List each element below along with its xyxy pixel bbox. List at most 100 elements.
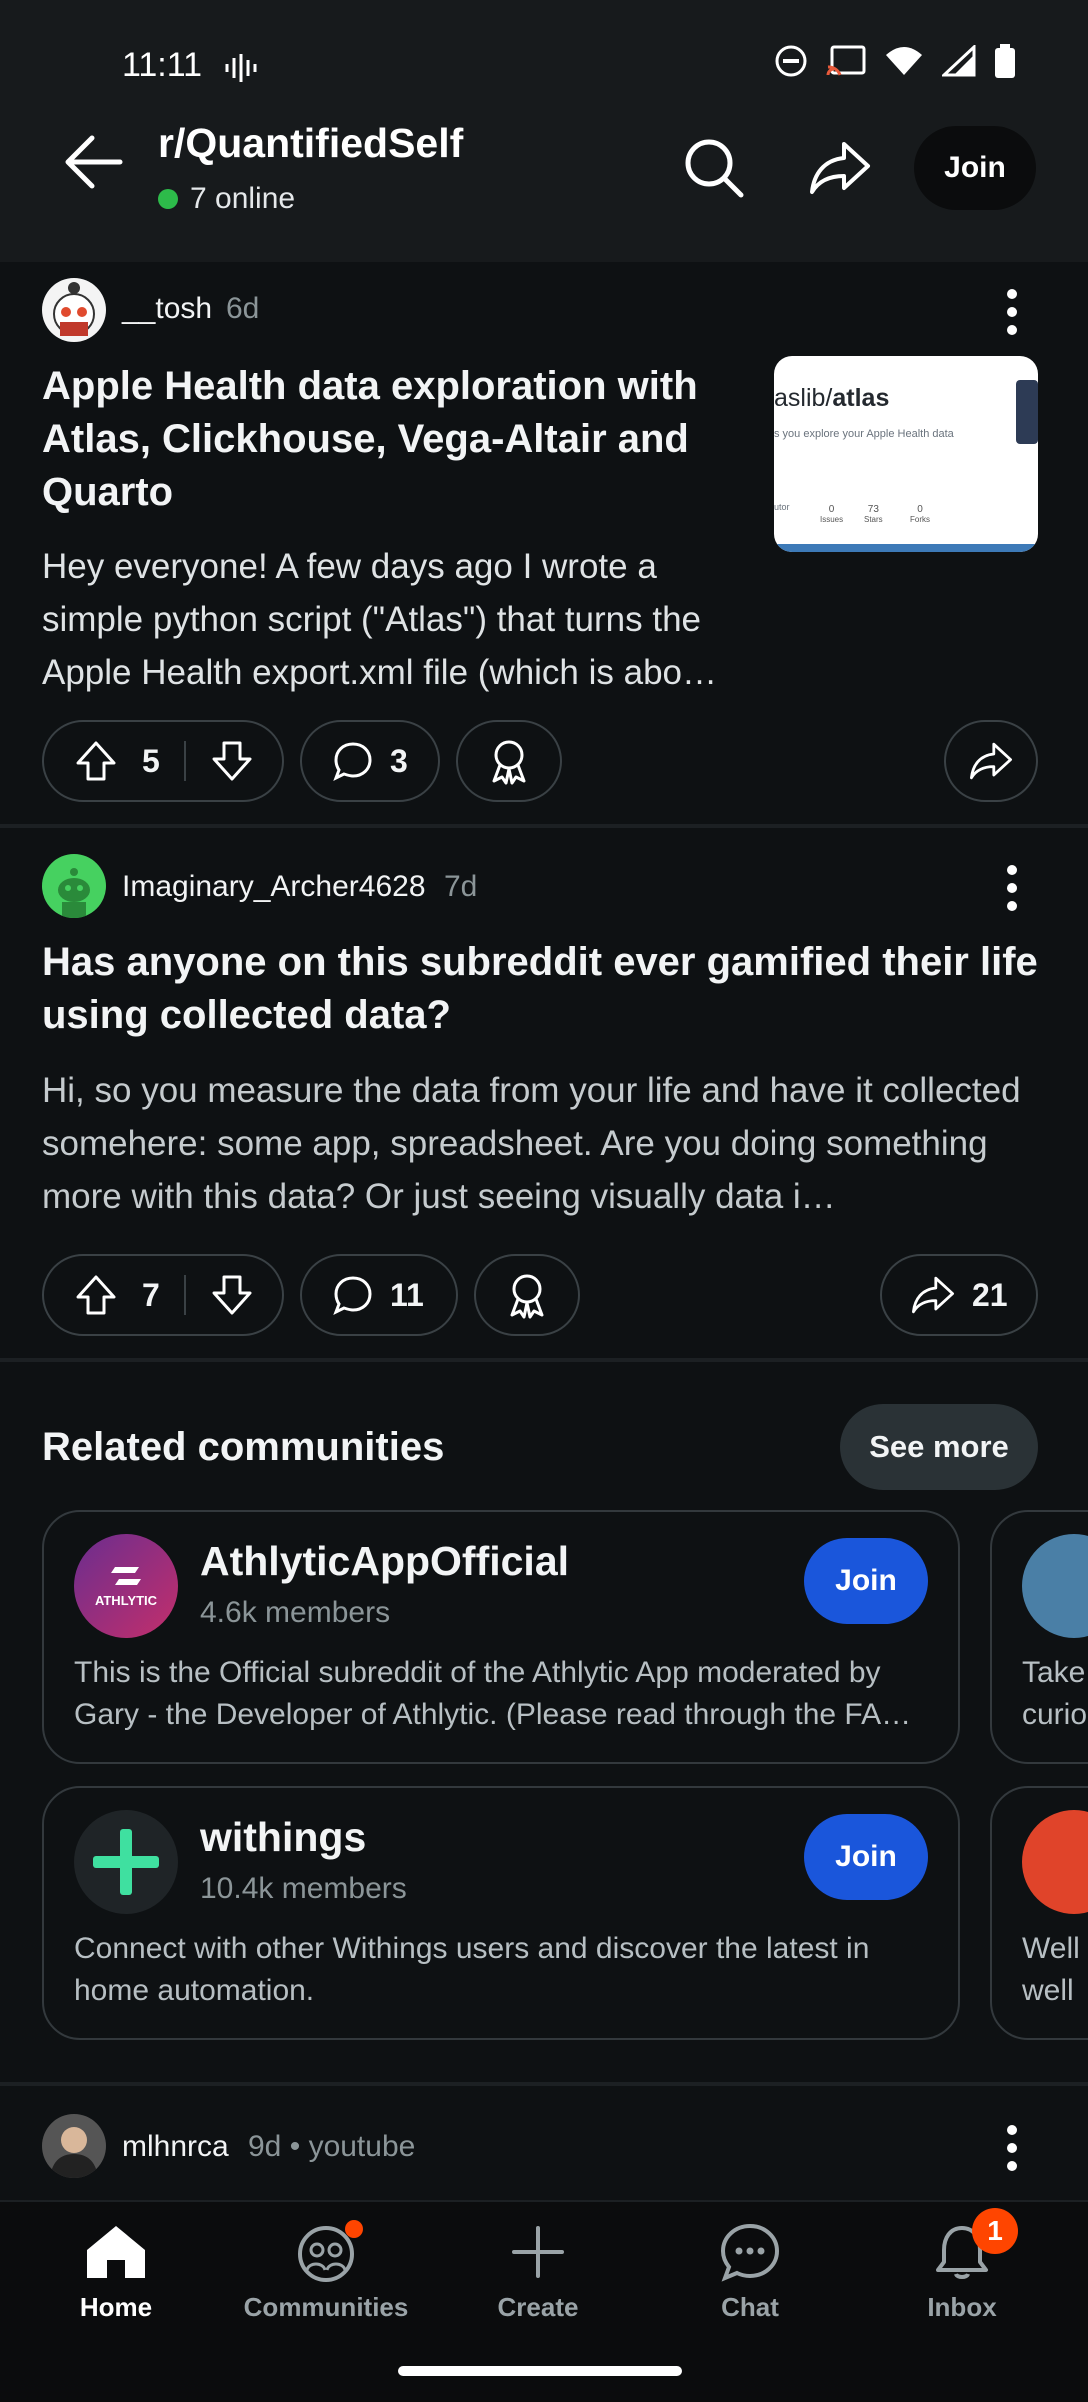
- share-icon: [810, 142, 870, 194]
- join-subreddit-button[interactable]: Join: [914, 126, 1036, 210]
- post-title[interactable]: Apple Health data exploration with Atlas…: [42, 360, 742, 519]
- thumb-stat-forks: 0 Forks: [910, 504, 930, 524]
- post-author[interactable]: __tosh: [122, 292, 212, 326]
- dnd-icon: [774, 44, 808, 78]
- thumb-tagline: s you explore your Apple Health data: [774, 428, 954, 440]
- vote-score: 5: [142, 742, 160, 779]
- voice-activity-icon: [224, 52, 258, 84]
- plus-logo-icon: [93, 1829, 159, 1895]
- join-community-button[interactable]: Join: [804, 1814, 928, 1900]
- community-description: Well well: [1022, 1932, 1080, 2007]
- comment-icon: [333, 742, 372, 782]
- award-button[interactable]: [474, 1254, 580, 1336]
- online-count: 7 online: [158, 182, 295, 216]
- vote-control: 5: [42, 720, 284, 802]
- back-button[interactable]: [58, 126, 130, 198]
- community-description: Take curio: [1022, 1656, 1088, 1731]
- home-icon: [87, 2226, 145, 2278]
- battery-icon: [994, 44, 1016, 78]
- community-card-peek[interactable]: Well well: [990, 1786, 1088, 2040]
- search-button[interactable]: [674, 128, 754, 208]
- thumb-stat-prefix: utor: [774, 502, 790, 512]
- thumb-image: [1016, 380, 1038, 444]
- more-vertical-icon: [1007, 289, 1017, 335]
- vote-divider: [183, 1275, 186, 1315]
- post-options-button[interactable]: [992, 858, 1032, 918]
- nav-chat[interactable]: Chat: [650, 2222, 850, 2323]
- avatar[interactable]: [42, 854, 106, 918]
- community-description: Connect with other Withings users and di…: [74, 1932, 870, 2007]
- section-divider: [0, 2082, 1088, 2086]
- share-icon: [970, 742, 1012, 780]
- plus-icon: [512, 2226, 564, 2278]
- post-body[interactable]: Hi, so you measure the data from your li…: [42, 1064, 1052, 1223]
- share-count: 21: [972, 1276, 1008, 1313]
- comment-count: 11: [390, 1276, 424, 1313]
- post-author[interactable]: Imaginary_Archer4628: [122, 870, 426, 904]
- upvote-button[interactable]: [74, 739, 118, 783]
- nav-label: Communities: [243, 2292, 409, 2322]
- community-logo: ATHLYTIC: [74, 1534, 178, 1638]
- community-name: AthlyticAppOfficial: [200, 1538, 570, 1584]
- status-icons: [774, 44, 1016, 78]
- online-dot-icon: [158, 189, 178, 209]
- thumb-repo: aslib/atlas: [774, 384, 890, 412]
- wifi-icon: [884, 45, 924, 77]
- post-share-button[interactable]: [944, 720, 1038, 802]
- community-logo: [1022, 1810, 1088, 1914]
- inbox-badge: 1: [972, 2208, 1018, 2254]
- community-logo: [1022, 1534, 1088, 1638]
- community-logo: [74, 1810, 178, 1914]
- post-title[interactable]: Has anyone on this subreddit ever gamifi…: [42, 936, 1052, 1042]
- avatar[interactable]: [42, 278, 106, 342]
- status-time: 11:11: [122, 46, 203, 84]
- chat-icon: [720, 2223, 780, 2282]
- post-options-button[interactable]: [992, 2118, 1032, 2178]
- community-name: withings: [200, 1814, 367, 1860]
- see-more-button[interactable]: See more: [840, 1404, 1038, 1490]
- award-button[interactable]: [456, 720, 562, 802]
- more-vertical-icon: [1007, 2125, 1017, 2171]
- more-vertical-icon: [1007, 865, 1017, 911]
- share-button[interactable]: [800, 128, 880, 208]
- user-photo-icon: [50, 2127, 98, 2178]
- post-author[interactable]: mlhnrca: [122, 2130, 229, 2164]
- award-icon: [510, 1274, 544, 1319]
- vote-divider: [183, 741, 186, 781]
- community-card[interactable]: ATHLYTIC AthlyticAppOfficial 4.6k member…: [42, 1510, 960, 1764]
- online-label: 7 online: [190, 182, 296, 215]
- comments-button[interactable]: 3: [300, 720, 440, 802]
- downvote-icon: [212, 741, 252, 781]
- post-body[interactable]: Hey everyone! A few days ago I wrote a s…: [42, 540, 752, 699]
- post-options-button[interactable]: [992, 282, 1032, 342]
- downvote-button[interactable]: [210, 739, 254, 783]
- community-card-peek[interactable]: Take curio: [990, 1510, 1088, 1764]
- subreddit-title[interactable]: r/QuantifiedSelf: [158, 120, 463, 167]
- join-community-button[interactable]: Join: [804, 1538, 928, 1624]
- nav-communities[interactable]: Communities: [226, 2220, 426, 2323]
- post-share-button[interactable]: 21: [880, 1254, 1038, 1336]
- nav-inbox[interactable]: 1 Inbox: [862, 2208, 1062, 2323]
- comments-button[interactable]: 11: [300, 1254, 458, 1336]
- post-divider: [0, 1358, 1088, 1362]
- post-divider: [0, 824, 1088, 828]
- cast-icon: [826, 45, 866, 77]
- downvote-button[interactable]: [210, 1273, 254, 1317]
- nav-create[interactable]: Create: [438, 2222, 638, 2323]
- nav-home[interactable]: Home: [16, 2222, 216, 2323]
- post-thumbnail[interactable]: aslib/atlas s you explore your Apple Hea…: [774, 356, 1038, 552]
- comment-count: 3: [390, 742, 408, 779]
- search-icon: [685, 139, 744, 198]
- athlytic-logo-icon: [111, 1566, 141, 1585]
- community-members: 10.4k members: [200, 1872, 407, 1905]
- upvote-icon: [76, 741, 116, 781]
- upvote-button[interactable]: [74, 1273, 118, 1317]
- community-card[interactable]: withings 10.4k members Join Connect with…: [42, 1786, 960, 2040]
- thumb-stat-issues: 0 Issues: [820, 504, 844, 524]
- avatar[interactable]: [42, 2114, 106, 2178]
- vote-control: 7: [42, 1254, 284, 1336]
- home-indicator: [398, 2366, 682, 2376]
- share-icon: [912, 1276, 954, 1314]
- vote-score: 7: [142, 1276, 160, 1313]
- nav-label: Create: [497, 2292, 579, 2322]
